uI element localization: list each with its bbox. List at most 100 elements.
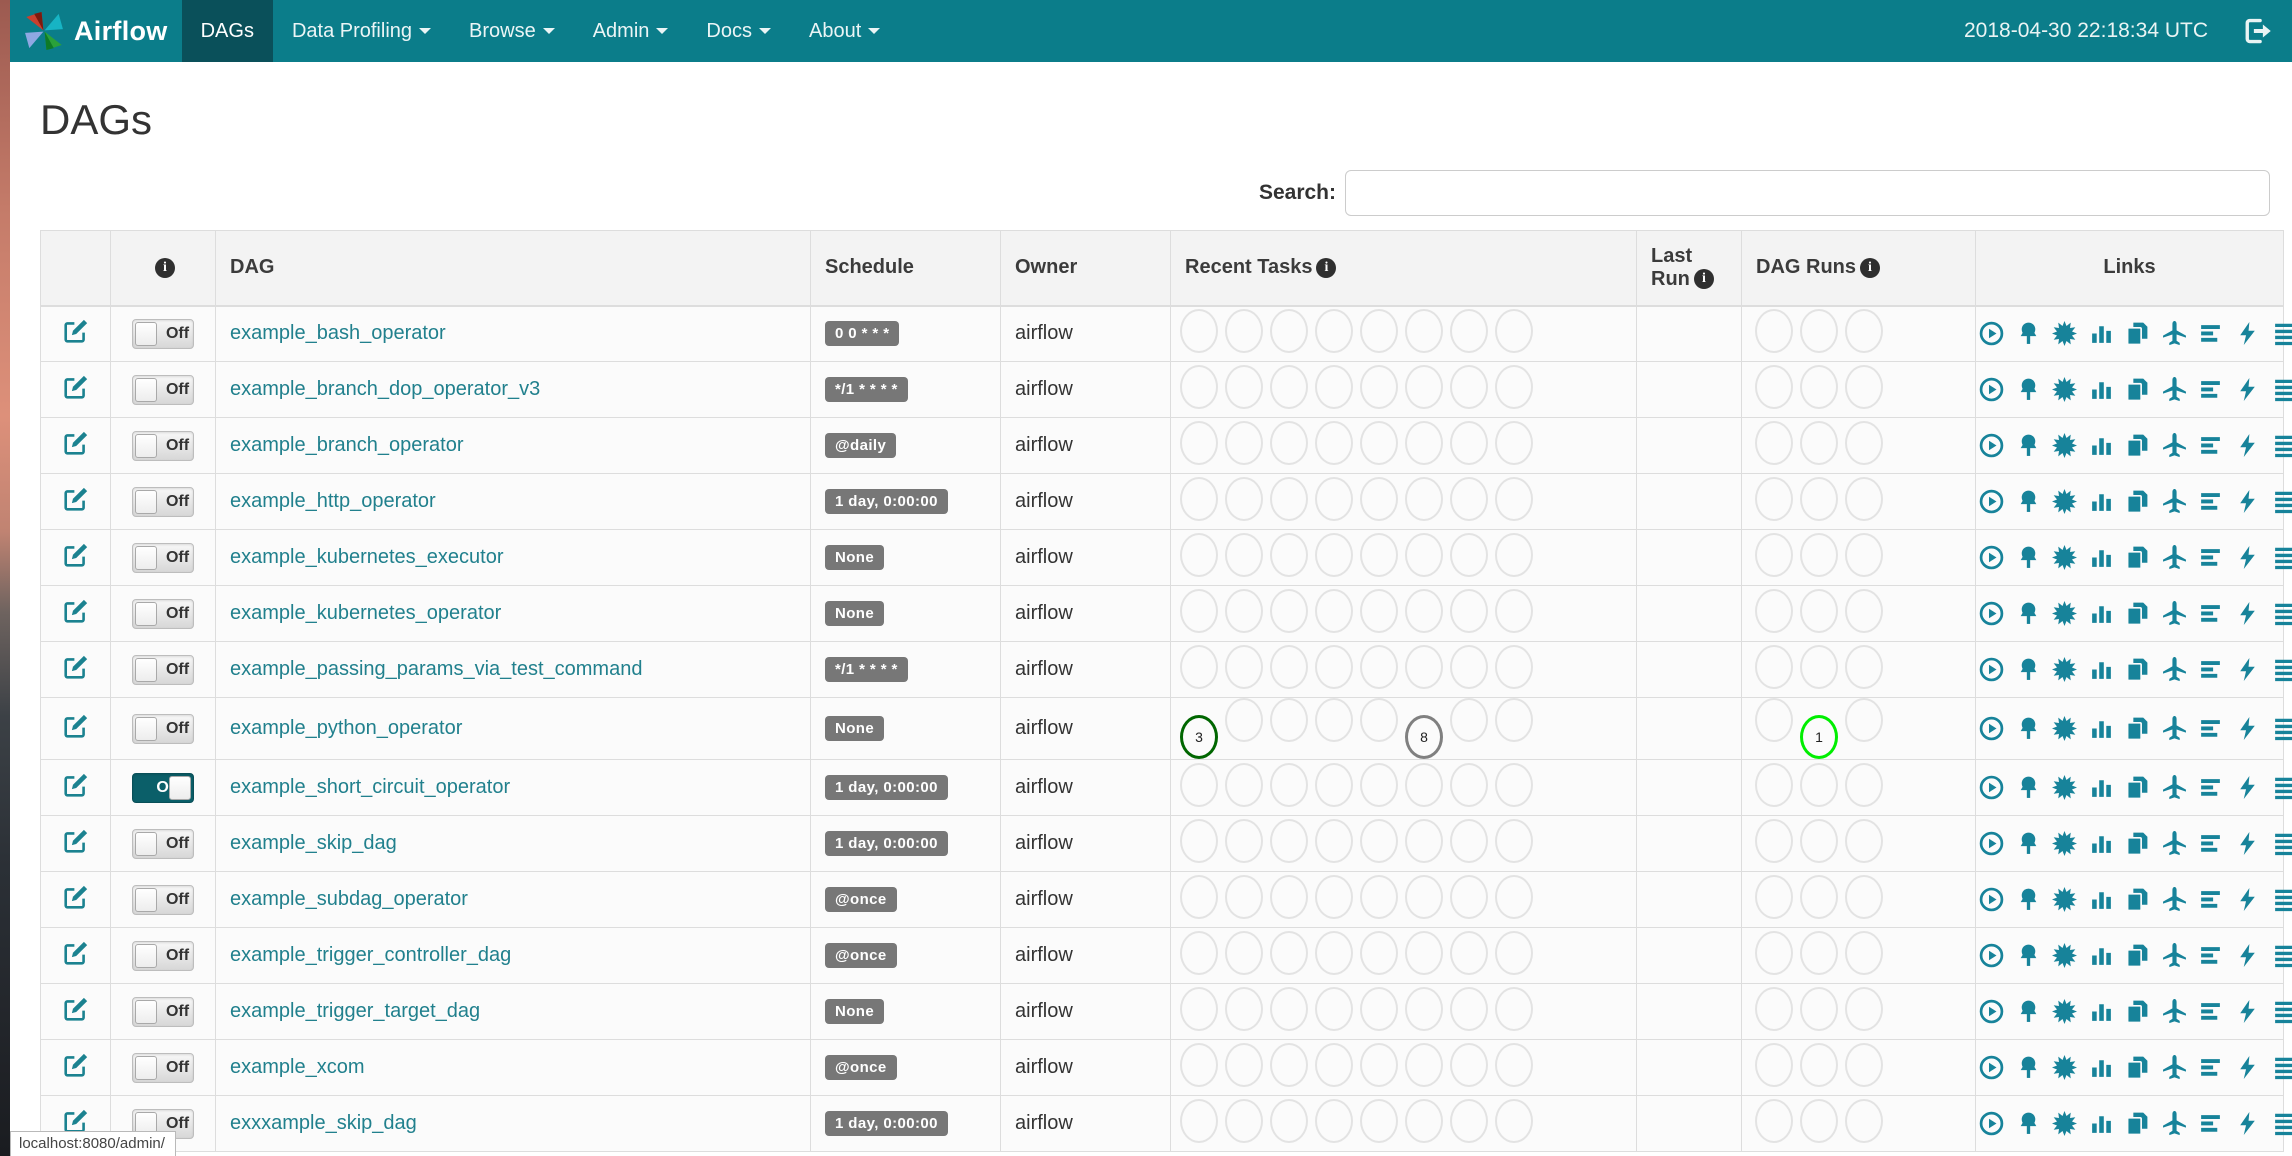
pause-toggle[interactable]: On <box>132 772 194 803</box>
graph-view-icon[interactable] <box>2052 489 2078 514</box>
task-state-circle[interactable] <box>1180 476 1218 521</box>
task-state-circle[interactable] <box>1315 874 1353 919</box>
landing-times-icon[interactable] <box>2162 657 2187 682</box>
task-state-circle[interactable] <box>1495 364 1533 409</box>
dag-run-circle[interactable] <box>1845 476 1883 521</box>
task-tries-icon[interactable] <box>2125 831 2150 856</box>
gantt-view-icon[interactable] <box>2198 775 2223 800</box>
landing-times-icon[interactable] <box>2162 943 2187 968</box>
trigger-dag-icon[interactable] <box>1979 887 2004 912</box>
landing-times-icon[interactable] <box>2162 545 2187 570</box>
task-tries-icon[interactable] <box>2125 601 2150 626</box>
task-state-circle[interactable] <box>1450 762 1488 807</box>
trigger-dag-icon[interactable] <box>1979 1055 2004 1080</box>
landing-times-icon[interactable] <box>2162 716 2187 741</box>
task-state-circle[interactable] <box>1315 698 1353 742</box>
task-state-circle[interactable] <box>1495 420 1533 465</box>
gantt-view-icon[interactable] <box>2198 943 2223 968</box>
task-state-circle[interactable] <box>1270 1098 1308 1143</box>
task-state-circle[interactable] <box>1495 532 1533 577</box>
dag-run-circle[interactable] <box>1800 874 1838 919</box>
tree-view-icon[interactable] <box>2016 489 2041 514</box>
landing-times-icon[interactable] <box>2162 1055 2187 1080</box>
dag-link[interactable]: example_skip_dag <box>230 832 397 854</box>
dag-link[interactable]: example_trigger_target_dag <box>230 1000 480 1022</box>
task-state-circle[interactable] <box>1495 986 1533 1031</box>
task-duration-icon[interactable] <box>2089 887 2114 912</box>
task-duration-icon[interactable] <box>2089 657 2114 682</box>
task-state-circle[interactable] <box>1270 420 1308 465</box>
task-state-circle[interactable] <box>1225 874 1263 919</box>
code-view-icon[interactable] <box>2235 1111 2260 1136</box>
task-state-circle[interactable] <box>1180 818 1218 863</box>
task-state-circle[interactable] <box>1225 986 1263 1031</box>
task-state-circle[interactable]: 8 <box>1405 715 1443 759</box>
dag-run-circle[interactable] <box>1845 762 1883 807</box>
task-state-circle[interactable] <box>1450 698 1488 742</box>
task-duration-icon[interactable] <box>2089 377 2114 402</box>
dag-run-circle[interactable] <box>1800 588 1838 633</box>
tree-view-icon[interactable] <box>2016 321 2041 346</box>
dag-run-circle[interactable]: 1 <box>1800 715 1838 759</box>
task-duration-icon[interactable] <box>2089 831 2114 856</box>
graph-view-icon[interactable] <box>2052 887 2078 912</box>
nav-item-about[interactable]: About <box>790 0 899 62</box>
task-state-circle[interactable] <box>1270 1042 1308 1087</box>
landing-times-icon[interactable] <box>2162 1111 2187 1136</box>
task-state-circle[interactable] <box>1360 930 1398 975</box>
tree-view-icon[interactable] <box>2016 433 2041 458</box>
edit-dag-icon[interactable] <box>63 654 89 680</box>
dag-run-circle[interactable] <box>1755 588 1793 633</box>
task-state-circle[interactable] <box>1495 874 1533 919</box>
gantt-view-icon[interactable] <box>2198 321 2223 346</box>
dag-run-circle[interactable] <box>1755 698 1793 742</box>
dag-run-circle[interactable] <box>1845 308 1883 353</box>
dag-link[interactable]: exxxample_skip_dag <box>230 1112 417 1134</box>
tree-view-icon[interactable] <box>2016 545 2041 570</box>
task-state-circle[interactable] <box>1315 308 1353 353</box>
task-state-circle[interactable] <box>1315 420 1353 465</box>
tree-view-icon[interactable] <box>2016 775 2041 800</box>
edit-dag-icon[interactable] <box>63 1108 89 1134</box>
trigger-dag-icon[interactable] <box>1979 657 2004 682</box>
search-input[interactable] <box>1345 170 2270 216</box>
dag-run-circle[interactable] <box>1845 1042 1883 1087</box>
tree-view-icon[interactable] <box>2016 601 2041 626</box>
trigger-dag-icon[interactable] <box>1979 716 2004 741</box>
dag-run-circle[interactable] <box>1755 420 1793 465</box>
task-duration-icon[interactable] <box>2089 943 2114 968</box>
task-state-circle[interactable] <box>1225 762 1263 807</box>
task-tries-icon[interactable] <box>2125 1055 2150 1080</box>
nav-item-data-profiling[interactable]: Data Profiling <box>273 0 450 62</box>
task-state-circle[interactable] <box>1315 986 1353 1031</box>
task-state-circle[interactable] <box>1225 364 1263 409</box>
tree-view-icon[interactable] <box>2016 1055 2041 1080</box>
trigger-dag-icon[interactable] <box>1979 943 2004 968</box>
dag-run-circle[interactable] <box>1845 420 1883 465</box>
dag-run-circle[interactable] <box>1755 818 1793 863</box>
task-state-circle[interactable] <box>1405 644 1443 689</box>
task-tries-icon[interactable] <box>2125 943 2150 968</box>
edit-dag-icon[interactable] <box>63 996 89 1022</box>
task-state-circle[interactable] <box>1405 986 1443 1031</box>
trigger-dag-icon[interactable] <box>1979 489 2004 514</box>
task-state-circle[interactable] <box>1405 588 1443 633</box>
task-state-circle[interactable] <box>1405 476 1443 521</box>
task-duration-icon[interactable] <box>2089 601 2114 626</box>
dag-run-circle[interactable] <box>1845 986 1883 1031</box>
dag-run-circle[interactable] <box>1800 986 1838 1031</box>
gantt-view-icon[interactable] <box>2198 1055 2223 1080</box>
dag-run-circle[interactable] <box>1845 644 1883 689</box>
task-tries-icon[interactable] <box>2125 489 2150 514</box>
gantt-view-icon[interactable] <box>2198 657 2223 682</box>
task-state-circle[interactable] <box>1405 308 1443 353</box>
task-state-circle[interactable] <box>1270 986 1308 1031</box>
task-state-circle[interactable] <box>1225 818 1263 863</box>
task-state-circle[interactable] <box>1270 308 1308 353</box>
logs-icon[interactable] <box>2272 545 2292 570</box>
trigger-dag-icon[interactable] <box>1979 831 2004 856</box>
pause-toggle[interactable]: Off <box>132 996 194 1027</box>
tree-view-icon[interactable] <box>2016 1111 2041 1136</box>
dag-run-circle[interactable] <box>1800 1098 1838 1143</box>
task-state-circle[interactable] <box>1225 308 1263 353</box>
